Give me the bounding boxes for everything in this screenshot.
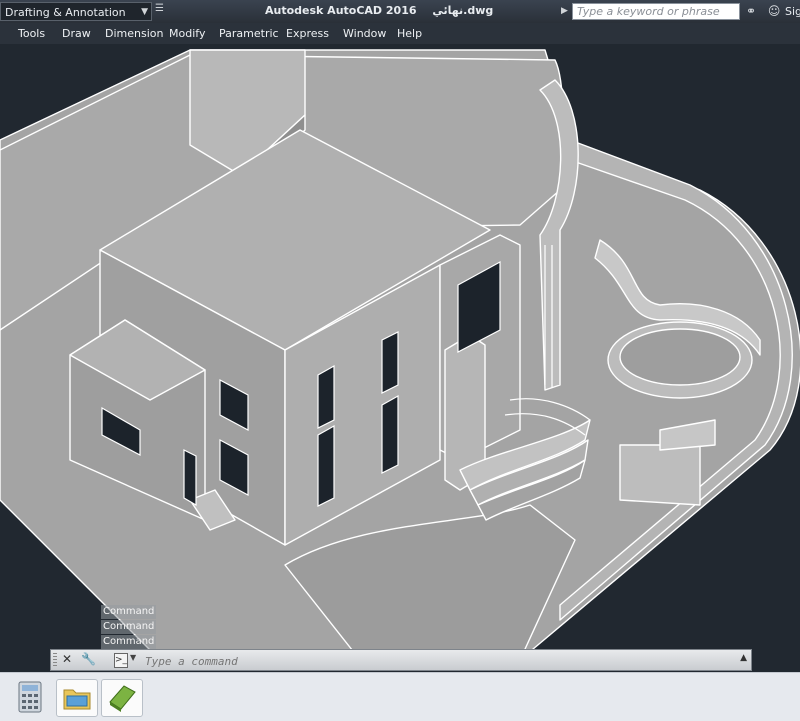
autocad-app-icon[interactable] xyxy=(101,679,143,717)
menu-draw[interactable]: Draw xyxy=(62,27,91,40)
menu-dimension[interactable]: Dimension xyxy=(105,27,163,40)
sign-in-link[interactable]: Sig xyxy=(785,5,800,18)
expand-arrow-icon[interactable]: ▶ xyxy=(561,4,568,19)
chevron-up-icon[interactable]: ▲ xyxy=(740,653,747,663)
menu-bar: Tools Draw Dimension Modify Parametric E… xyxy=(0,23,800,45)
wrench-icon[interactable]: 🔧 xyxy=(81,652,96,666)
quick-access-menu-icon[interactable]: ☰ xyxy=(155,3,164,14)
door xyxy=(183,449,197,507)
file-explorer-icon[interactable] xyxy=(56,679,98,717)
chevron-down-icon: ▼ xyxy=(141,7,148,17)
command-history-line: Command : xyxy=(101,620,156,646)
file-name: نهائي.dwg xyxy=(432,4,494,17)
model-space-canvas[interactable]: Command : Command : Command : xyxy=(0,44,800,672)
menu-parametric[interactable]: Parametric xyxy=(219,27,279,40)
window xyxy=(317,424,335,507)
calculator-icon[interactable] xyxy=(10,679,50,715)
garden-fence xyxy=(619,444,701,506)
menu-help[interactable]: Help xyxy=(397,27,422,40)
command-input[interactable] xyxy=(143,652,737,670)
menu-express[interactable]: Express xyxy=(286,27,329,40)
menu-tools[interactable]: Tools xyxy=(18,27,45,40)
title-bar: Drafting & Annotation ▼ ☰ Autodesk AutoC… xyxy=(0,0,800,23)
command-history-line: Command : xyxy=(101,635,156,661)
menu-modify[interactable]: Modify xyxy=(169,27,205,40)
workspace-dropdown[interactable]: Drafting & Annotation ▼ xyxy=(0,2,152,21)
taskbar xyxy=(0,672,800,721)
isometric-house-model xyxy=(0,49,800,661)
window-title: Autodesk AutoCAD 2016 نهائي.dwg xyxy=(265,4,493,17)
grip-handle[interactable] xyxy=(53,653,57,667)
window xyxy=(317,364,335,429)
title-tools: ⚭ ☺ xyxy=(746,4,788,18)
binoculars-icon[interactable]: ⚭ xyxy=(746,4,756,18)
user-icon[interactable]: ☺ xyxy=(768,4,781,18)
search-placeholder: Type a keyword or phrase xyxy=(577,5,720,18)
command-line: ✕ 🔧 >_ ▼ ▲ xyxy=(50,649,752,671)
command-history-line: Command : xyxy=(101,605,156,631)
chevron-down-icon[interactable]: ▼ xyxy=(130,653,136,662)
window xyxy=(381,394,399,474)
app-title: Autodesk AutoCAD 2016 xyxy=(265,4,417,17)
pool-inner xyxy=(619,328,741,386)
close-icon[interactable]: ✕ xyxy=(62,652,72,666)
menu-window[interactable]: Window xyxy=(343,27,386,40)
workspace-label: Drafting & Annotation xyxy=(5,6,126,19)
prompt-icon[interactable]: >_ xyxy=(114,653,128,668)
search-box[interactable]: ▶ Type a keyword or phrase xyxy=(561,3,740,20)
window xyxy=(381,331,399,394)
